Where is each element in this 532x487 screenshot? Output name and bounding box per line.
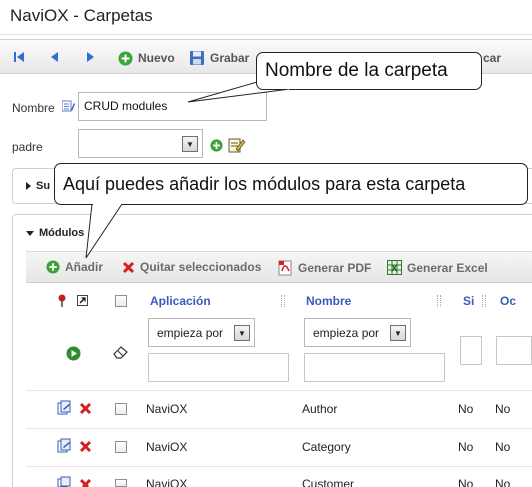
play-icon[interactable] [66, 346, 81, 361]
open-row-icon[interactable] [57, 400, 72, 415]
save-button-label: Grabar [210, 51, 250, 65]
next-icon[interactable] [85, 51, 95, 63]
remove-icon [122, 261, 135, 273]
pdf-icon [278, 260, 292, 276]
row-checkbox[interactable] [115, 403, 127, 415]
cell-aplicacion: NaviOX [146, 477, 188, 487]
callout-folder-name: Nombre de la carpeta [256, 52, 482, 90]
cell-nombre: Category [302, 440, 351, 454]
column-header-oc[interactable]: Oc [500, 294, 516, 308]
dropdown-icon[interactable]: ▼ [390, 325, 406, 341]
cell-nombre: Customer [302, 477, 355, 487]
padre-select[interactable]: ▼ [78, 129, 203, 158]
cell-oc: No [495, 440, 511, 454]
partial-toolbar-button[interactable]: car [483, 49, 501, 67]
cell-aplicacion: NaviOX [146, 440, 188, 454]
callout-add-modules-text: Aquí puedes añadir los módulos para esta… [63, 173, 466, 194]
callout-folder-name-text: Nombre de la carpeta [265, 60, 448, 81]
cell-si: No [458, 402, 474, 416]
oc-filter-input[interactable] [496, 336, 532, 365]
add-icon [46, 260, 60, 274]
remove-selected-button[interactable]: Quitar seleccionados [122, 260, 261, 274]
column-header-nombre[interactable]: Nombre [306, 294, 351, 308]
excel-icon: X [387, 260, 402, 275]
generate-excel-button[interactable]: X Generar Excel [387, 260, 488, 275]
nombre-filter-condition[interactable]: empieza por ▼ [304, 318, 411, 347]
callout-add-modules: Aquí puedes añadir los módulos para esta… [54, 163, 528, 205]
aplicacion-filter-input[interactable] [148, 353, 289, 382]
collapse-icon [26, 230, 34, 236]
aplicacion-filter-condition[interactable]: empieza por ▼ [148, 318, 255, 347]
maximize-icon[interactable] [77, 295, 88, 306]
column-resize-handle[interactable] [437, 295, 441, 307]
delete-row-icon[interactable] [79, 478, 92, 487]
expand-icon [26, 182, 31, 190]
save-icon [190, 51, 204, 65]
nombre-filter-input[interactable] [304, 353, 445, 382]
cell-aplicacion: NaviOX [146, 402, 188, 416]
column-resize-handle[interactable] [281, 295, 285, 307]
modulos-section-label: Módulos [39, 227, 85, 239]
collapsed-section-label: Su [36, 180, 51, 192]
nombre-label: Nombre [12, 101, 55, 115]
column-resize-handle[interactable] [482, 295, 486, 307]
app-title: NaviOX - Carpetas [10, 6, 153, 25]
title-divider [0, 34, 532, 35]
edit-icon[interactable] [228, 137, 245, 153]
row-checkbox[interactable] [115, 479, 127, 487]
partial-toolbar-label: car [483, 51, 502, 65]
cell-oc: No [495, 477, 511, 487]
row-divider [26, 428, 532, 429]
new-button[interactable]: Nuevo [118, 49, 175, 67]
svg-text:X: X [391, 264, 398, 275]
aplicacion-filter-condition-value: empieza por [157, 326, 224, 340]
dropdown-icon[interactable]: ▼ [234, 325, 250, 341]
generate-pdf-button[interactable]: Generar PDF [278, 260, 371, 276]
modulos-toolbar: Añadir Quitar seleccionados Generar PDF … [26, 251, 532, 283]
delete-row-icon[interactable] [79, 440, 92, 453]
nombre-input[interactable]: CRUD modules [78, 92, 267, 121]
delete-row-icon[interactable] [79, 402, 92, 415]
nombre-filter-condition-value: empieza por [313, 326, 380, 340]
row-divider [26, 390, 532, 391]
add-module-button[interactable]: Añadir [46, 260, 103, 274]
pin-icon[interactable] [56, 294, 68, 308]
add-icon[interactable] [210, 139, 223, 152]
cell-si: No [458, 477, 474, 487]
cell-si: No [458, 440, 474, 454]
eraser-icon[interactable] [113, 345, 129, 359]
open-row-icon[interactable] [57, 476, 72, 487]
add-module-label: Añadir [65, 260, 104, 274]
generate-excel-label: Generar Excel [407, 260, 488, 275]
column-header-si[interactable]: Si [463, 294, 474, 308]
new-icon [118, 51, 133, 65]
new-button-label: Nuevo [138, 51, 175, 65]
row-divider [26, 466, 532, 467]
first-icon[interactable] [14, 51, 24, 63]
si-filter-input[interactable] [460, 336, 482, 365]
save-button[interactable]: Grabar [189, 49, 249, 67]
modulos-section-header[interactable]: Módulos [26, 227, 84, 239]
generate-pdf-label: Generar PDF [298, 261, 372, 275]
row-checkbox[interactable] [115, 441, 127, 453]
open-row-icon[interactable] [57, 438, 72, 453]
cell-oc: No [495, 402, 511, 416]
select-all-checkbox[interactable] [115, 295, 127, 307]
remove-selected-label: Quitar seleccionados [140, 260, 262, 274]
collapsed-section-header[interactable]: Su [26, 180, 50, 192]
column-header-aplicacion[interactable]: Aplicación [150, 294, 211, 308]
dropdown-icon[interactable]: ▼ [182, 136, 198, 152]
edit-list-icon[interactable] [62, 100, 75, 113]
padre-label: padre [12, 140, 43, 154]
cell-nombre: Author [302, 402, 338, 416]
previous-icon[interactable] [50, 51, 60, 63]
